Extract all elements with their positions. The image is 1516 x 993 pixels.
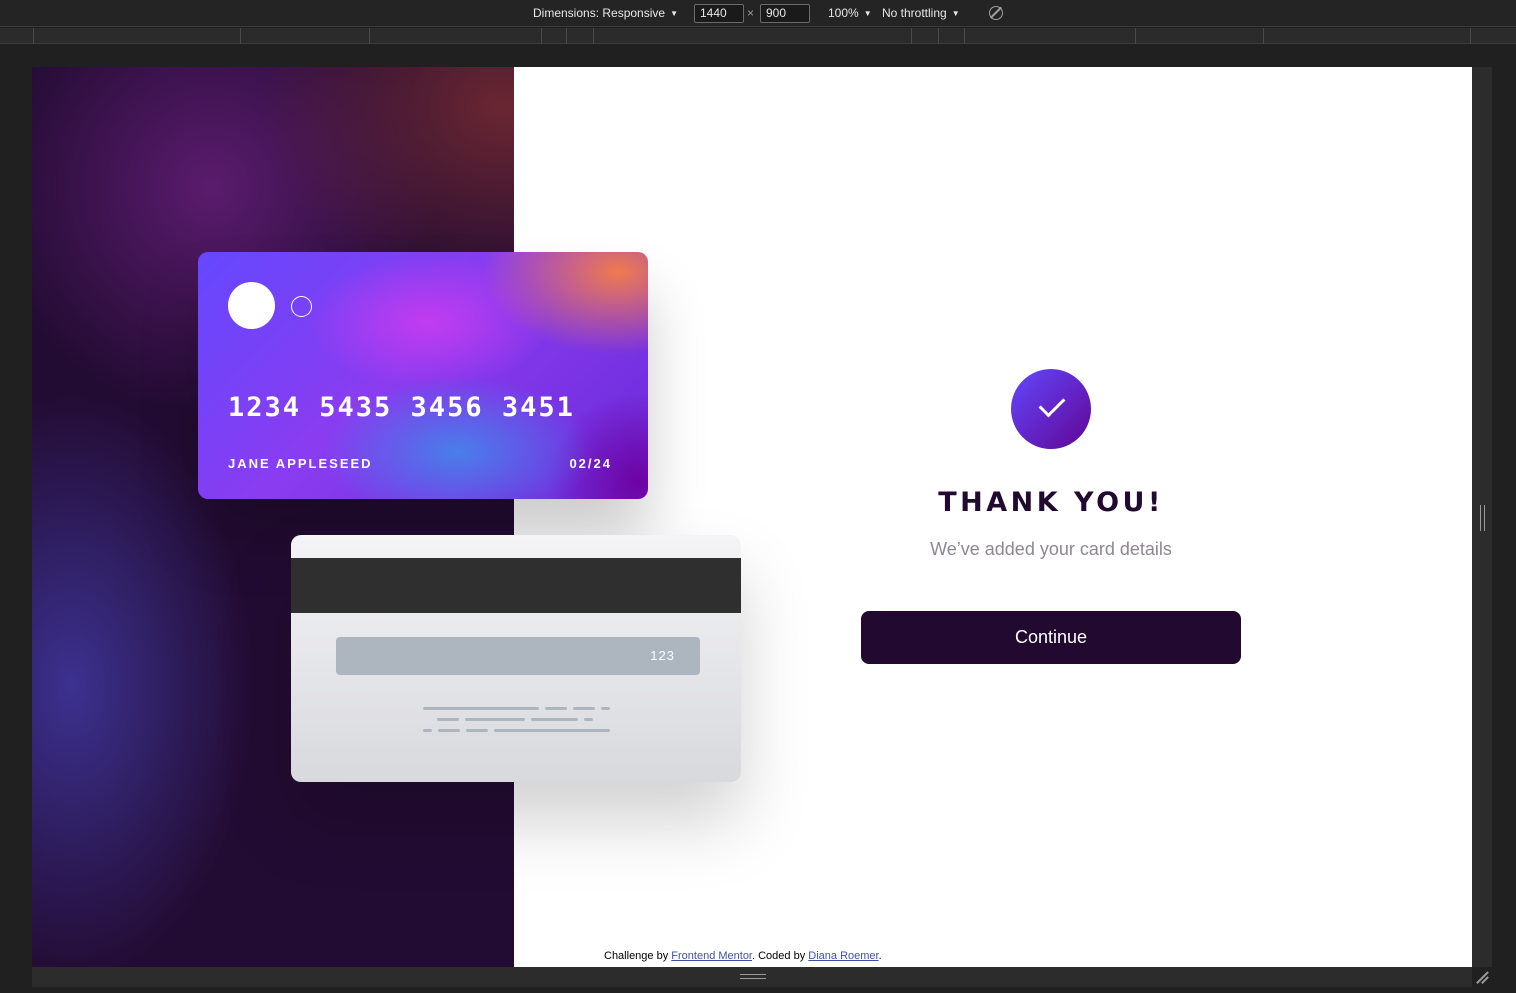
attribution: Challenge by Frontend Mentor. Coded by D…: [604, 950, 882, 962]
signature-strip: 123: [336, 637, 700, 675]
zoom-dropdown[interactable]: 100% ▼: [828, 6, 872, 22]
card-logo-filled-circle: [228, 282, 275, 329]
cardholder-name: JANE APPLESEED: [228, 456, 373, 471]
card-cvc: 123: [650, 648, 675, 663]
attribution-prefix: Challenge by: [604, 950, 672, 962]
media-query-bar: [0, 28, 1516, 44]
rotate-icon[interactable]: [989, 6, 1003, 20]
times-separator: ×: [747, 6, 755, 20]
throttling-dropdown[interactable]: No throttling ▼: [882, 6, 960, 22]
devtools-device-toolbar: Dimensions: Responsive ▼ 1440 × 900 100% ▼…: [0, 0, 1516, 27]
dimensions-label: Dimensions: Responsive: [533, 6, 666, 20]
emulated-page: 1234 5435 3456 3451 JANE APPLESEED 02/24…: [32, 67, 1472, 967]
dimensions-dropdown[interactable]: Dimensions: Responsive ▼: [533, 6, 678, 22]
card-back-fine-print: [423, 707, 613, 737]
frontend-mentor-link[interactable]: Frontend Mentor: [671, 950, 752, 962]
throttling-label: No throttling: [882, 6, 947, 20]
attribution-middle: . Coded by: [752, 950, 809, 962]
card-expiry: 02/24: [569, 456, 612, 471]
zoom-label: 100%: [828, 6, 859, 20]
bottom-resize-handle[interactable]: [32, 967, 1472, 987]
height-input[interactable]: 900: [760, 4, 810, 23]
right-resize-handle[interactable]: [1472, 67, 1492, 967]
thank-you-heading: THANK YOU!: [938, 487, 1164, 518]
corner-resize-grip-icon[interactable]: [1474, 969, 1488, 983]
continue-button[interactable]: Continue: [861, 611, 1241, 664]
width-input[interactable]: 1440: [694, 4, 744, 23]
card-logo-outline-circle: [291, 296, 312, 317]
left-background-panel: [32, 67, 514, 967]
magnetic-stripe: [291, 558, 741, 613]
chevron-down-icon: ▼: [863, 9, 872, 18]
chevron-down-icon: ▼: [951, 9, 960, 18]
thank-you-subtitle: We’ve added your card details: [930, 539, 1172, 559]
chevron-down-icon: ▼: [670, 9, 678, 18]
attribution-suffix: .: [878, 950, 882, 962]
card-number: 1234 5435 3456 3451: [228, 392, 575, 423]
card-front: 1234 5435 3456 3451 JANE APPLESEED 02/24: [198, 252, 648, 499]
author-link[interactable]: Diana Roemer: [808, 950, 878, 962]
card-back: 123: [291, 535, 741, 782]
check-icon: [1011, 369, 1091, 449]
